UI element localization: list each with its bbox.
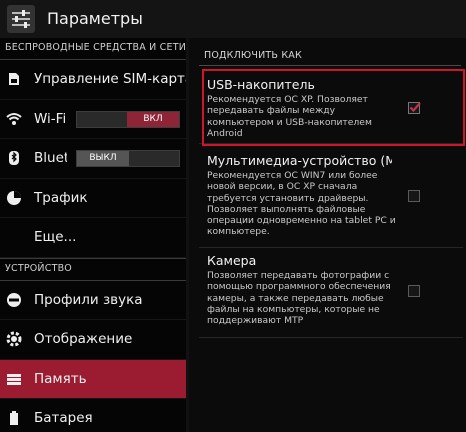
section-header-wireless: БЕСПРОВОДНЫЕ СРЕДСТВА И СЕТИ <box>0 38 186 60</box>
option-mtp[interactable]: Мультимедиа-устройство (MTP) Рекомендует… <box>199 148 463 248</box>
storage-icon <box>6 371 22 387</box>
sidebar-item-label: Еще... <box>34 229 77 246</box>
wifi-icon <box>6 111 22 127</box>
section-header-device: УСТРОЙСТВО <box>0 257 186 281</box>
sidebar-item-label: Bluetooth <box>34 150 67 167</box>
wifi-toggle-label: ВКЛ <box>127 111 179 127</box>
camera-checkbox[interactable] <box>408 285 420 297</box>
bluetooth-toggle[interactable]: ВЫКЛ <box>76 150 180 167</box>
mtp-checkbox[interactable] <box>408 190 420 202</box>
settings-sliders-icon[interactable] <box>7 5 35 33</box>
wifi-toggle[interactable]: ВКЛ <box>76 110 180 128</box>
display-gear-icon <box>6 331 22 347</box>
highlight-frame <box>202 69 465 146</box>
sidebar-item-sim[interactable]: Управление SIM-картами <box>0 60 186 100</box>
sim-card-icon <box>6 71 22 87</box>
header-divider <box>199 65 461 66</box>
option-title: Мультимедиа-устройство (MTP) <box>207 153 392 168</box>
settings-sidebar: БЕСПРОВОДНЫЕ СРЕДСТВА И СЕТИ Управление … <box>0 38 186 432</box>
connect-as-header: ПОДКЛЮЧИТЬ КАК <box>204 50 302 61</box>
sidebar-item-bluetooth[interactable]: Bluetooth ВЫКЛ <box>0 139 186 179</box>
sidebar-item-display[interactable]: Отображение <box>0 320 186 360</box>
sidebar-item-label: Управление SIM-картами <box>34 71 186 88</box>
sidebar-item-sound[interactable]: Профили звука <box>0 281 186 320</box>
option-description: Рекомендуется ОС WIN7 или более новой ве… <box>207 170 396 238</box>
sidebar-item-battery[interactable]: Батарея <box>0 399 186 432</box>
option-title: Камера <box>207 253 257 268</box>
sidebar-item-label: Батарея <box>34 410 93 427</box>
sidebar-item-label: Отображение <box>34 331 133 348</box>
sidebar-item-wifi[interactable]: Wi-Fi ВКЛ <box>0 100 186 139</box>
action-bar: Параметры <box>0 0 466 39</box>
sidebar-item-storage[interactable]: Память <box>0 359 186 399</box>
sidebar-item-label: Трафик <box>34 189 88 206</box>
sidebar-item-label: Память <box>34 370 87 387</box>
sidebar-item-label: Профили звука <box>34 291 143 308</box>
battery-icon <box>6 410 22 426</box>
option-description: Позволяет передавать фотографии с помощь… <box>207 270 391 327</box>
sidebar-item-traffic[interactable]: Трафик <box>0 179 186 218</box>
sidebar-item-more[interactable]: Еще... <box>0 218 186 258</box>
page-title: Параметры <box>47 9 143 28</box>
sidebar-item-label: Wi-Fi <box>34 110 67 127</box>
bluetooth-icon <box>6 150 22 166</box>
option-camera[interactable]: Камера Позволяет передавать фотографии с… <box>199 248 463 338</box>
sound-profile-icon <box>6 292 22 308</box>
bluetooth-toggle-label: ВЫКЛ <box>77 151 129 166</box>
pie-chart-icon <box>6 190 22 206</box>
